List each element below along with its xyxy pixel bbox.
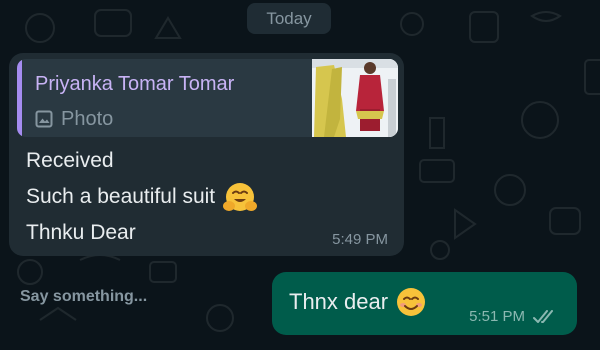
message-input-placeholder[interactable]: Say something... [20,288,147,306]
date-chip-label: Today [266,8,312,28]
outgoing-message-meta: 5:51 PM [469,308,557,325]
message-line-text: Thnku Dear [26,221,136,244]
double-check-icon [533,309,553,323]
message-line-text: Such a beautiful suit [26,185,216,208]
date-chip: Today [247,3,331,34]
incoming-message-text: Received Such a beautiful suit Thnku Dea… [26,143,258,251]
hugging-face-emoji-icon [223,183,258,211]
incoming-message-time: 5:49 PM [332,231,388,248]
message-line: Such a beautiful suit [26,179,258,215]
quoted-author: Priyanka Tomar Tomar [35,73,235,95]
outgoing-message-bubble[interactable]: Thnx dear 5:51 PM [272,272,577,335]
quoted-reply[interactable]: Priyanka Tomar Tomar Photo [17,59,398,137]
quoted-media-type: Photo [35,107,113,131]
outgoing-message-label: Thnx dear [289,289,389,314]
message-line: Thnku Dear [26,215,258,251]
incoming-message-bubble[interactable]: Priyanka Tomar Tomar Photo Received Such… [9,53,404,256]
quoted-media-label: Photo [61,107,114,130]
outgoing-message-text: Thnx dear [289,286,427,318]
smiling-face-emoji-icon [397,288,426,316]
message-line-text: Received [26,149,114,172]
image-icon [35,110,53,128]
message-line: Received [26,143,258,179]
quote-accent-bar [17,59,22,137]
outgoing-message-time: 5:51 PM [469,308,525,325]
quoted-photo-thumbnail[interactable] [312,59,398,137]
